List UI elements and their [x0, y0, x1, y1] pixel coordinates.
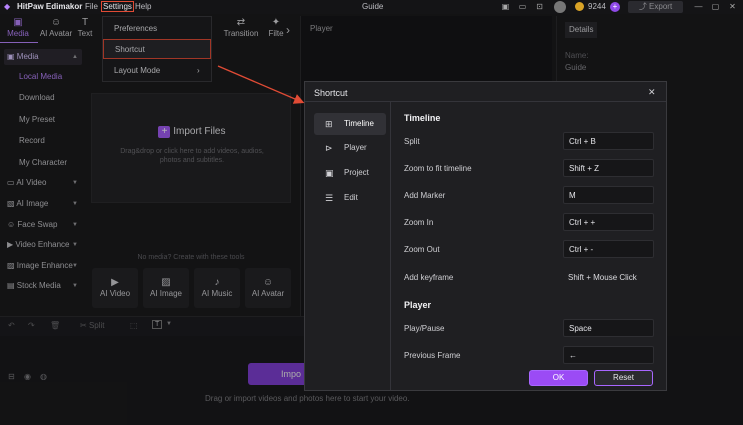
play-circle-icon: ⊳ — [325, 143, 333, 153]
maximize-icon[interactable]: ▢ — [710, 2, 721, 12]
export-icon: ⤴ — [638, 2, 650, 11]
shortcut-key-zoom-in[interactable]: Ctrl + + — [563, 213, 654, 231]
shortcut-key-previous-frame[interactable]: ← — [563, 346, 654, 364]
shortcut-key-add-keyframe: Shift + Mouse Click — [568, 273, 637, 282]
gift-icon[interactable]: ▣ — [500, 2, 511, 12]
category-edit[interactable]: ☰ Edit — [314, 187, 386, 209]
cart-icon[interactable]: ⊡ — [534, 2, 545, 12]
minimize-icon[interactable]: — — [693, 2, 704, 12]
category-timeline-label: Timeline — [344, 119, 374, 128]
coin-icon — [575, 2, 584, 11]
app-title: HitPaw Edimakor — [17, 2, 83, 11]
shortcut-key-zoom-fit[interactable]: Shift + Z — [563, 159, 654, 177]
shortcut-label-zoom-fit: Zoom to fit timeline — [404, 164, 472, 173]
timeline-icon: ⊞ — [325, 119, 333, 129]
category-timeline[interactable]: ⊞ Timeline — [314, 113, 386, 135]
menu-help[interactable]: Help — [135, 2, 151, 11]
shortcut-label-previous-frame: Previous Frame — [404, 351, 461, 360]
shortcut-label-add-marker: Add Marker — [404, 191, 446, 200]
coin-count: 9244 — [588, 2, 606, 11]
section-player-title: Player — [404, 300, 432, 310]
menu-settings[interactable]: Settings — [101, 1, 134, 12]
shortcut-key-add-marker[interactable]: M — [563, 186, 654, 204]
dialog-header: Shortcut ✕ — [305, 82, 666, 102]
add-coins-icon[interactable]: + — [610, 2, 620, 12]
category-project[interactable]: ▣ Project — [314, 162, 386, 184]
shortcut-key-split[interactable]: Ctrl + B — [563, 132, 654, 150]
shortcut-label-split: Split — [404, 137, 420, 146]
sliders-icon: ☰ — [325, 193, 334, 203]
shortcut-dialog: Shortcut ✕ ⊞ Timeline ⊳ Player ▣ Project ☰ E… — [304, 81, 667, 391]
shortcut-label-play-pause: Play/Pause — [404, 324, 445, 333]
shortcut-categories: ⊞ Timeline ⊳ Player ▣ Project ☰ Edit — [305, 102, 391, 390]
title-bar: ◆ HitPaw Edimakor File Settings Help Gui… — [0, 0, 743, 14]
avatar[interactable] — [554, 1, 566, 13]
category-player-label: Player — [344, 143, 367, 152]
message-icon[interactable]: ▭ — [517, 2, 528, 12]
ok-button[interactable]: OK — [529, 370, 588, 386]
shortcut-label-zoom-in: Zoom In — [404, 218, 434, 227]
menu-file[interactable]: File — [85, 2, 98, 11]
shortcut-label-add-keyframe: Add keyframe — [404, 273, 454, 282]
shortcut-key-zoom-out[interactable]: Ctrl + - — [563, 240, 654, 258]
project-title: Guide — [362, 2, 384, 11]
dialog-footer: OK Reset — [391, 365, 666, 390]
category-edit-label: Edit — [344, 193, 358, 202]
category-project-label: Project — [344, 168, 369, 177]
close-window-icon[interactable]: ✕ — [727, 2, 738, 12]
app-logo-icon: ◆ — [4, 2, 11, 11]
project-icon: ▣ — [325, 168, 334, 178]
export-button[interactable]: ⤴ Export — [628, 1, 683, 13]
reset-button[interactable]: Reset — [594, 370, 653, 386]
dialog-close-icon[interactable]: ✕ — [648, 87, 656, 98]
shortcut-key-play-pause[interactable]: Space — [563, 319, 654, 337]
shortcut-label-zoom-out: Zoom Out — [404, 245, 440, 254]
section-timeline-title: Timeline — [404, 113, 441, 123]
category-player[interactable]: ⊳ Player — [314, 137, 386, 159]
dialog-title: Shortcut — [314, 88, 348, 98]
export-label: Export — [649, 2, 673, 11]
